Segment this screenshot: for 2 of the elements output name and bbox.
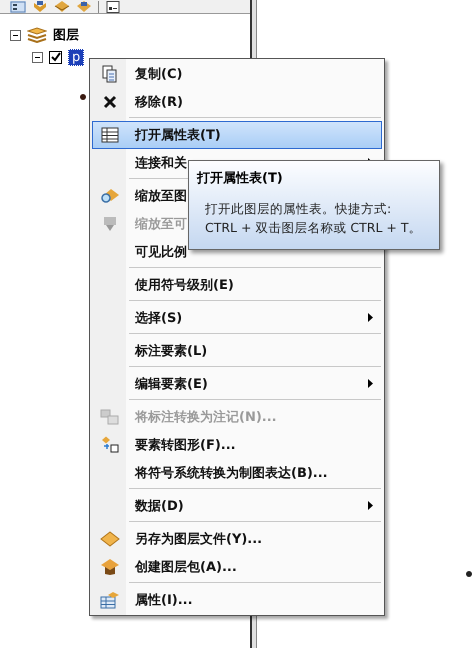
tooltip-title: 打开属性表(T) (197, 170, 284, 187)
tooltip-text: 打开此图层的属性表。快捷方式: CTRL + 双击图层名称或 CTRL + T。 (204, 200, 422, 237)
